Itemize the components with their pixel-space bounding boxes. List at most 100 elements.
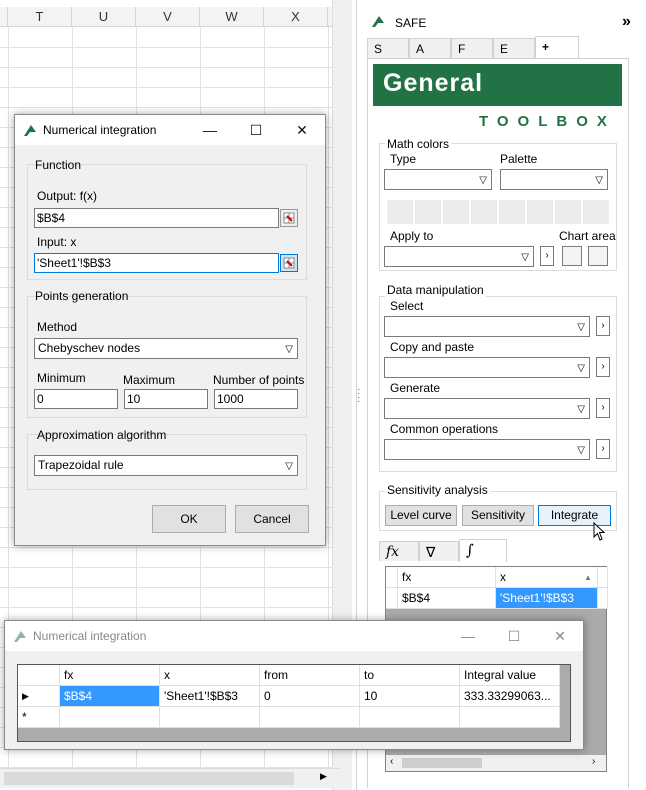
- new-row-cell[interactable]: [460, 707, 560, 728]
- new-row-cell[interactable]: [60, 707, 160, 728]
- select-combo[interactable]: ▽: [384, 316, 590, 337]
- common-ops-combo[interactable]: ▽: [384, 439, 590, 460]
- maximum-field[interactable]: 10: [124, 389, 208, 409]
- scroll-right-icon[interactable]: ▶: [320, 771, 327, 782]
- grid-horizontal-scrollbar[interactable]: ‹ ›: [386, 755, 606, 771]
- tab-f[interactable]: F: [451, 38, 493, 58]
- col-header-u[interactable]: U: [72, 7, 136, 27]
- generate-label: Generate: [390, 381, 441, 395]
- result-cell-x[interactable]: 'Sheet1'!$B$3: [160, 686, 260, 707]
- tab-integral[interactable]: ∫: [459, 539, 507, 562]
- copy-paste-go-button[interactable]: ›: [596, 357, 610, 377]
- result-header-from[interactable]: from: [260, 665, 360, 686]
- new-row-cell[interactable]: [260, 707, 360, 728]
- close-button[interactable]: ✕: [537, 621, 583, 651]
- grid-scroll-thumb[interactable]: [402, 758, 482, 768]
- minimum-field[interactable]: 0: [34, 389, 118, 409]
- col-header-w[interactable]: W: [200, 7, 264, 27]
- grid-header-x[interactable]: x: [496, 567, 598, 588]
- col-header-v[interactable]: V: [136, 7, 200, 27]
- type-combo[interactable]: ▽: [384, 169, 492, 190]
- method-combo[interactable]: Chebyschev nodes ▽: [34, 338, 298, 359]
- result-cell-integral[interactable]: 333.33299063...: [460, 686, 560, 707]
- color-swatch[interactable]: [583, 200, 609, 224]
- algo-combo[interactable]: Trapezoidal rule ▽: [34, 455, 298, 476]
- tab-a[interactable]: A: [409, 38, 451, 58]
- new-row-cell[interactable]: [160, 707, 260, 728]
- close-button[interactable]: ✕: [279, 115, 325, 145]
- tab-nabla[interactable]: ∇: [419, 541, 459, 561]
- collapse-pane-icon[interactable]: »: [622, 13, 631, 31]
- apply-to-label: Apply to: [390, 229, 434, 243]
- scroll-thumb[interactable]: [4, 772, 294, 785]
- copy-paste-label: Copy and paste: [390, 340, 475, 354]
- tab-s[interactable]: S: [367, 38, 409, 58]
- new-row-marker[interactable]: *: [18, 707, 60, 728]
- color-swatch[interactable]: [555, 200, 581, 224]
- npoints-field[interactable]: 1000: [214, 389, 298, 409]
- generate-combo[interactable]: ▽: [384, 398, 590, 419]
- generate-go-button[interactable]: ›: [596, 398, 610, 418]
- new-row-cell[interactable]: [360, 707, 460, 728]
- current-row-marker-icon[interactable]: ▶: [18, 686, 60, 707]
- copy-paste-combo[interactable]: ▽: [384, 357, 590, 378]
- range-picker-icon[interactable]: [280, 209, 298, 227]
- cancel-button[interactable]: Cancel: [235, 505, 309, 533]
- result-header-to[interactable]: to: [360, 665, 460, 686]
- result-header-fx[interactable]: fx: [60, 665, 160, 686]
- col-header-x[interactable]: X: [264, 7, 328, 27]
- apply-arrow-button[interactable]: ›: [540, 246, 554, 266]
- scroll-right-icon[interactable]: ›: [592, 756, 595, 767]
- result-grid[interactable]: fx x from to Integral value ▶ $B$4 'Shee…: [17, 664, 571, 742]
- ok-button[interactable]: OK: [152, 505, 226, 533]
- sheet-horizontal-scrollbar[interactable]: ▶: [0, 768, 340, 788]
- range-picker-icon[interactable]: [280, 254, 298, 272]
- color-swatch[interactable]: [443, 200, 469, 224]
- input-field[interactable]: 'Sheet1'!$B$3: [34, 253, 279, 273]
- splitter-grip-icon[interactable]: · · · ·: [357, 385, 360, 407]
- palette-combo[interactable]: ▽: [500, 169, 608, 190]
- color-swatch[interactable]: [527, 200, 553, 224]
- maximum-label: Maximum: [123, 373, 176, 387]
- result-header-integral[interactable]: Integral value: [460, 665, 560, 686]
- result-header-x[interactable]: x: [160, 665, 260, 686]
- result-cell-from[interactable]: 0: [260, 686, 360, 707]
- color-swatch[interactable]: [415, 200, 441, 224]
- color-swatch[interactable]: [471, 200, 497, 224]
- result-cell-to[interactable]: 10: [360, 686, 460, 707]
- scroll-left-icon[interactable]: ‹: [390, 756, 393, 767]
- apply-to-combo[interactable]: ▽: [384, 246, 534, 267]
- sensitivity-button[interactable]: Sensitivity: [462, 505, 534, 526]
- input-label: Input: x: [37, 235, 77, 249]
- common-ops-go-button[interactable]: ›: [596, 439, 610, 459]
- row-header: [386, 588, 398, 609]
- grid-corner: [18, 665, 60, 686]
- chevron-down-icon: ▽: [285, 344, 293, 355]
- minimum-label: Minimum: [37, 371, 86, 385]
- method-label: Method: [37, 320, 78, 334]
- math-colors-label: Math colors: [385, 137, 452, 151]
- chart-area-button-1[interactable]: [562, 246, 582, 266]
- grid-header-fx[interactable]: fx: [398, 567, 496, 588]
- chevron-down-icon: ▽: [595, 175, 603, 186]
- col-header-t[interactable]: T: [8, 7, 72, 27]
- color-swatch[interactable]: [387, 200, 413, 224]
- minimize-button[interactable]: —: [187, 115, 233, 145]
- tab-plus[interactable]: +: [535, 36, 579, 59]
- grid-cell-x[interactable]: 'Sheet1'!$B$3: [496, 588, 598, 609]
- level-curve-button[interactable]: Level curve: [385, 505, 457, 526]
- minimize-button[interactable]: —: [445, 621, 491, 651]
- chart-area-button-2[interactable]: [588, 246, 608, 266]
- result-titlebar[interactable]: Numerical integration — ☐ ✕: [5, 621, 583, 651]
- dialog-titlebar[interactable]: Numerical integration — ☐ ✕: [15, 115, 325, 145]
- result-cell-fx[interactable]: $B$4: [60, 686, 160, 707]
- banner-subtitle: TOOLBOX: [479, 113, 616, 130]
- tab-e[interactable]: E: [493, 38, 535, 58]
- output-field[interactable]: $B$4: [34, 208, 279, 228]
- tab-fx[interactable]: fx: [379, 541, 419, 561]
- maximize-button[interactable]: ☐: [233, 115, 279, 145]
- maximize-button[interactable]: ☐: [491, 621, 537, 651]
- select-go-button[interactable]: ›: [596, 316, 610, 336]
- grid-cell-fx[interactable]: $B$4: [398, 588, 496, 609]
- color-swatch[interactable]: [499, 200, 525, 224]
